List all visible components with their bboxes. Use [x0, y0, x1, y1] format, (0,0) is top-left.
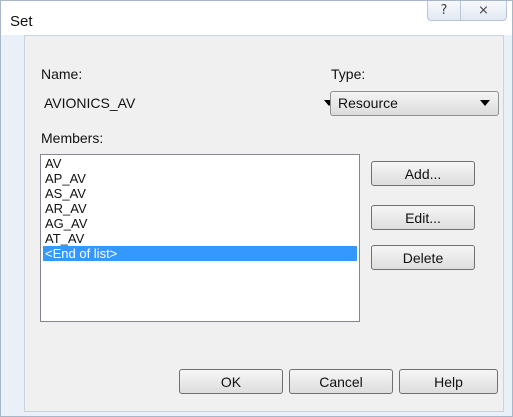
- members-listbox[interactable]: AV AP_AV AS_AV AR_AV AG_AV AT_AV <End of…: [40, 154, 360, 322]
- close-button[interactable]: ⨯: [461, 1, 507, 21]
- edit-button[interactable]: Edit...: [371, 205, 475, 230]
- dialog-body: Name: Type: AVIONICS_AV Resource Members…: [24, 35, 504, 412]
- name-label: Name:: [41, 66, 83, 82]
- list-item[interactable]: AV: [43, 156, 357, 171]
- type-select[interactable]: Resource: [330, 91, 499, 116]
- type-label: Type:: [331, 66, 366, 82]
- list-item[interactable]: AR_AV: [43, 201, 357, 216]
- help-button[interactable]: Help: [399, 369, 498, 394]
- list-item[interactable]: AS_AV: [43, 186, 357, 201]
- close-icon: ⨯: [478, 3, 489, 18]
- dialog-title: Set: [10, 13, 33, 30]
- list-item[interactable]: AP_AV: [43, 171, 357, 186]
- cancel-button[interactable]: Cancel: [289, 369, 393, 394]
- help-caption-button[interactable]: ?: [427, 1, 461, 21]
- name-combobox[interactable]: AVIONICS_AV: [40, 91, 340, 115]
- title-bar[interactable]: Set ? ⨯: [1, 1, 512, 35]
- dropdown-arrow-icon[interactable]: [480, 100, 490, 106]
- delete-button[interactable]: Delete: [371, 245, 475, 270]
- question-icon: ?: [440, 3, 448, 18]
- list-item[interactable]: AG_AV: [43, 216, 357, 231]
- name-value: AVIONICS_AV: [44, 95, 136, 111]
- members-label: Members:: [41, 130, 104, 146]
- list-item-selected[interactable]: <End of list>: [43, 246, 357, 261]
- add-button[interactable]: Add...: [371, 161, 475, 186]
- list-item[interactable]: AT_AV: [43, 231, 357, 246]
- ok-button[interactable]: OK: [179, 369, 283, 394]
- type-value: Resource: [338, 95, 398, 111]
- dialog-window: Set ? ⨯ Name: Type: AVIONICS_AV Resource…: [0, 0, 513, 417]
